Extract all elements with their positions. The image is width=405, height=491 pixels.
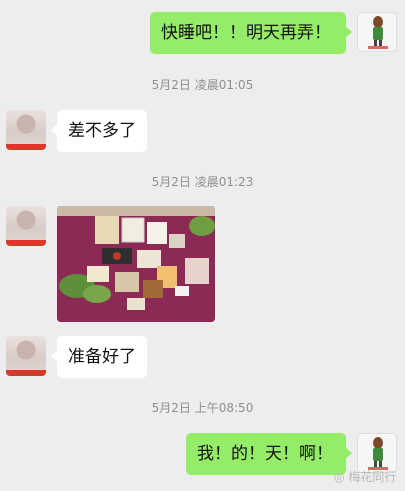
watermark-icon: ◎	[334, 470, 345, 484]
message-bubble-self[interactable]: 快睡吧！！明天再弄！	[150, 12, 352, 54]
message-text: 差不多了	[68, 121, 136, 141]
watermark: ◎ 梅花同行	[334, 468, 396, 485]
message-bubble-other[interactable]: 差不多了	[51, 110, 147, 152]
watermark-text: 梅花同行	[348, 470, 397, 484]
timestamp: 5月2日 上午08:50	[151, 401, 254, 415]
message-text: 我！的！天！啊！	[197, 444, 333, 464]
self-avatar[interactable]	[357, 433, 397, 473]
contact-avatar[interactable]	[6, 206, 46, 246]
self-avatar[interactable]	[357, 12, 397, 52]
message-bubble-other[interactable]: 准备好了	[51, 336, 147, 378]
contact-avatar[interactable]	[6, 336, 46, 376]
message-text: 快睡吧！！明天再弄！	[161, 23, 331, 43]
photo-content	[57, 206, 215, 322]
message-bubble-self[interactable]: 我！的！天！啊！	[186, 433, 352, 475]
message-photo[interactable]	[57, 206, 215, 322]
timestamp: 5月2日 凌晨01:23	[151, 175, 254, 189]
message-text: 准备好了	[68, 347, 136, 367]
contact-avatar[interactable]	[6, 110, 46, 150]
avatar-illustration-icon	[368, 16, 388, 49]
timestamp: 5月2日 凌晨01:05	[151, 78, 254, 92]
